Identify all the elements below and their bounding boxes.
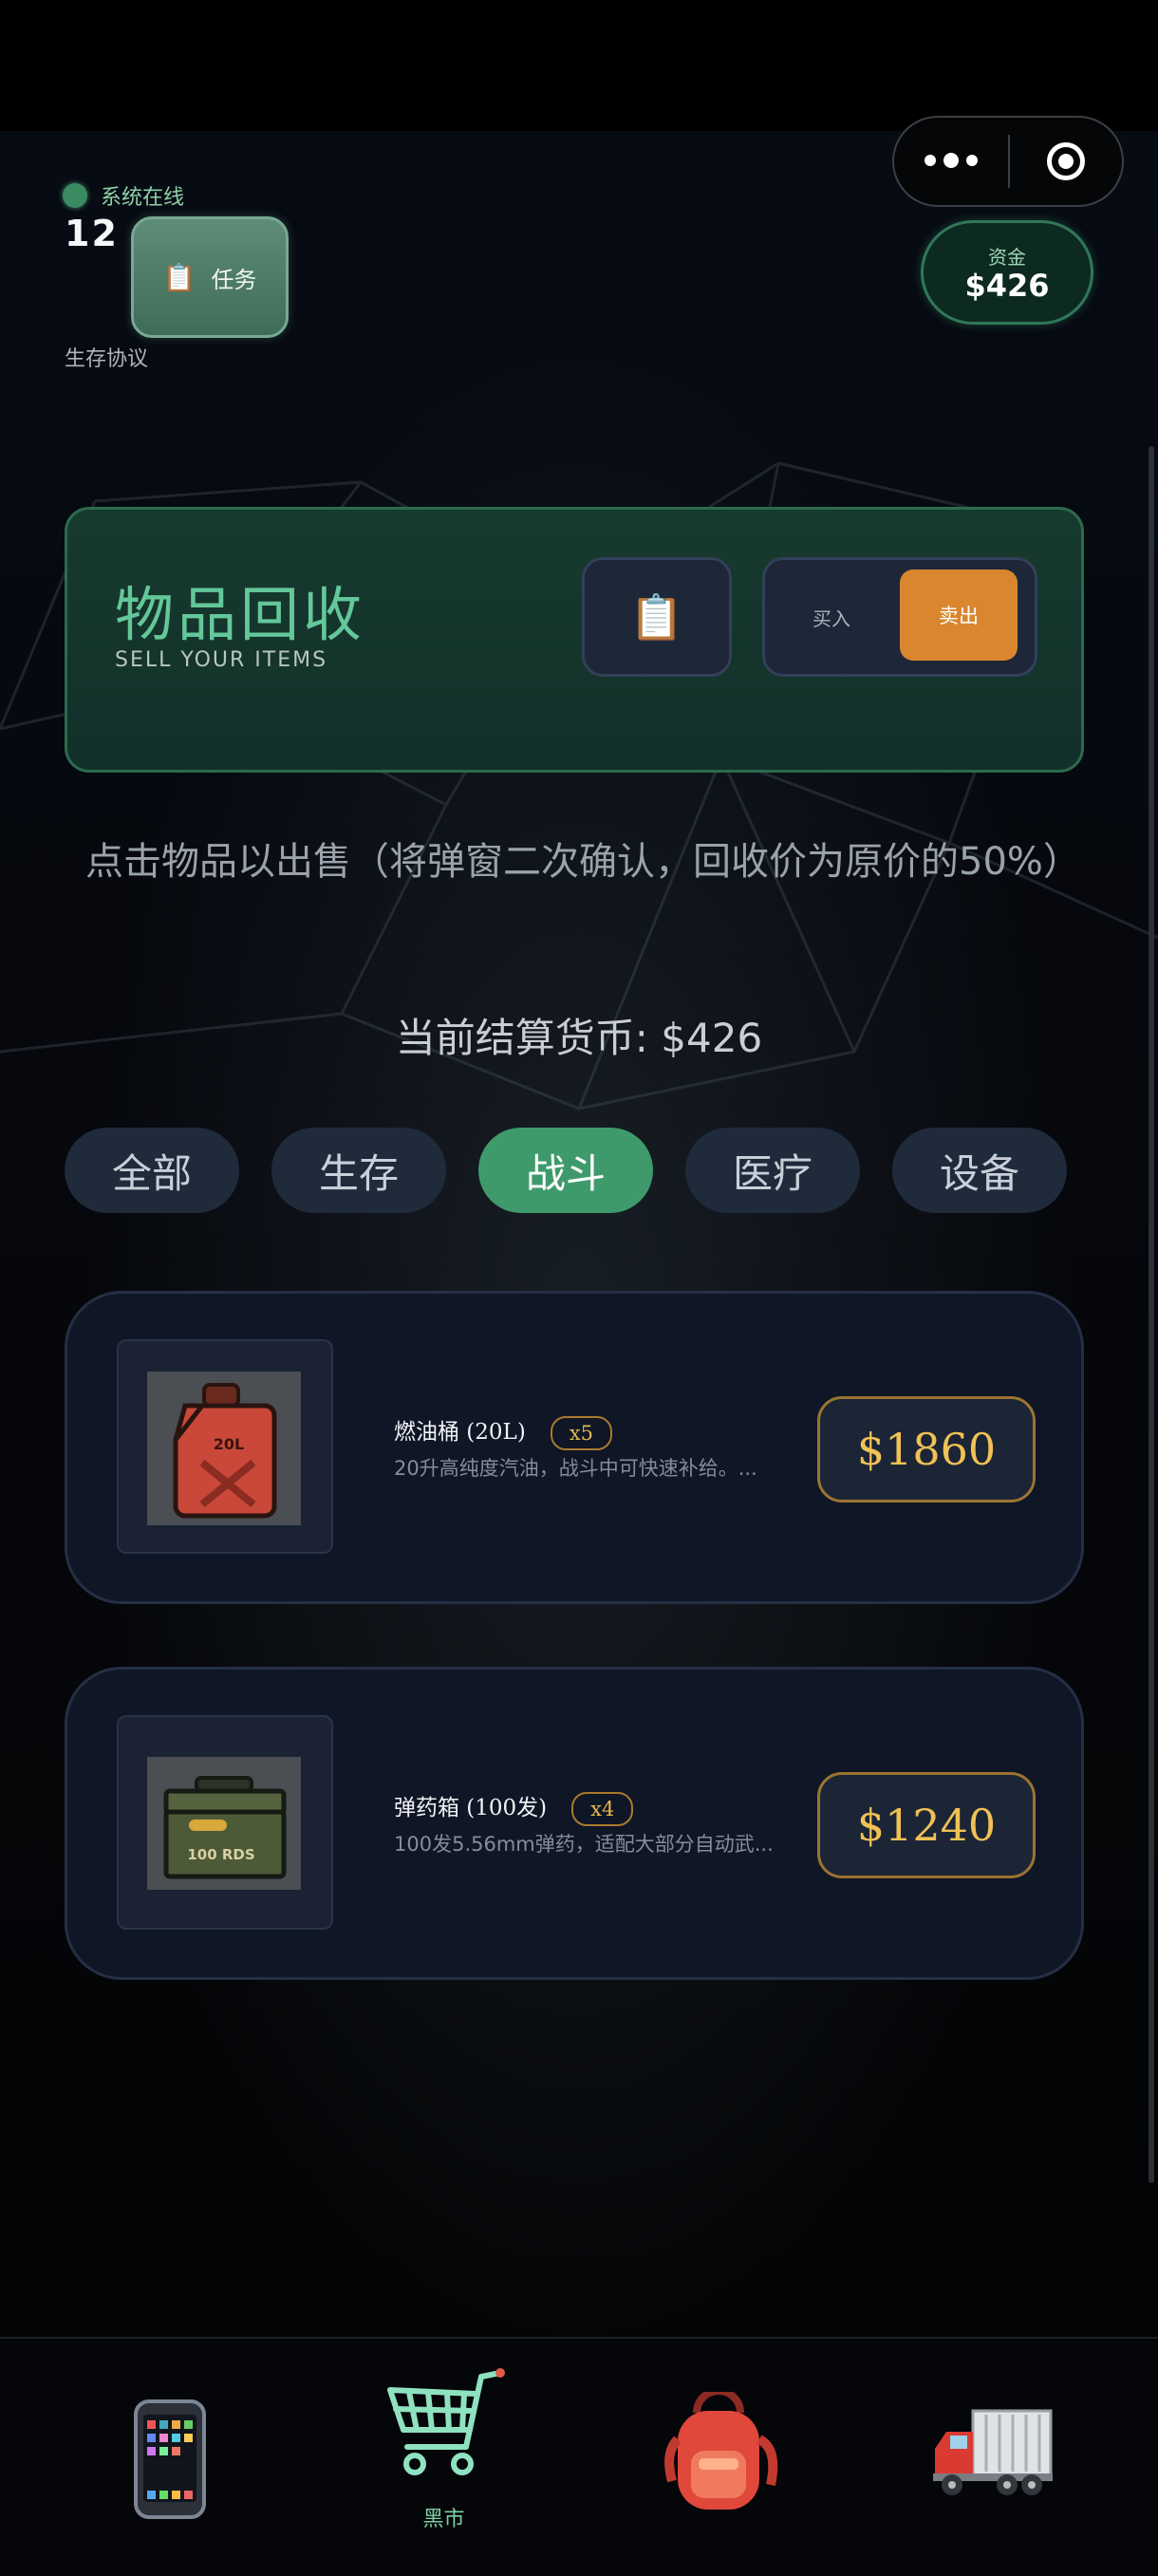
jerry-can-icon: 20L bbox=[147, 1372, 301, 1525]
buy-sell-toggle: 买入 卖出 bbox=[762, 557, 1037, 677]
buy-tab[interactable]: 买入 bbox=[765, 560, 898, 674]
top-status-band bbox=[0, 0, 1158, 131]
funds-label: 资金 bbox=[988, 245, 1026, 269]
sell-price-button[interactable]: $1860 bbox=[817, 1396, 1036, 1503]
item-thumbnail: 20L bbox=[147, 1372, 301, 1525]
system-status: 系统在线 bbox=[63, 180, 184, 211]
phone-icon bbox=[133, 2399, 206, 2519]
list-item[interactable]: 20L 燃油桶 (20L) x5 20升高纯度汽油，战斗中可快速补给。... $1… bbox=[65, 1291, 1084, 1604]
tab-survival[interactable]: 生存 bbox=[271, 1128, 446, 1213]
item-description: 20升高纯度汽油，战斗中可快速补给。... bbox=[394, 1457, 757, 1480]
category-tabs: 全部 生存 战斗 医疗 设备 bbox=[65, 1128, 1067, 1213]
status-label: 系统在线 bbox=[101, 186, 185, 210]
task-button[interactable]: 📋 任务 bbox=[131, 216, 289, 338]
backpack-icon bbox=[663, 2392, 777, 2510]
item-thumbnail: 100 RDS bbox=[147, 1757, 301, 1890]
shopping-cart-icon bbox=[386, 2368, 505, 2475]
delivery-truck-icon bbox=[932, 2409, 1053, 2495]
tab-equipment[interactable]: 设备 bbox=[892, 1128, 1067, 1213]
item-name-text: 弹药箱 (100发) bbox=[394, 1796, 548, 1820]
item-name: 燃油桶 (20L) x5 bbox=[394, 1413, 613, 1450]
target-circle-icon[interactable] bbox=[1010, 142, 1122, 180]
item-name-text: 燃油桶 (20L) bbox=[394, 1420, 526, 1445]
nav-label-black-market: 黑市 bbox=[422, 2508, 465, 2531]
bottom-nav: 黑市 bbox=[0, 2337, 1158, 2576]
nav-item-delivery[interactable] bbox=[848, 2339, 1137, 2576]
nav-item-backpack[interactable] bbox=[573, 2339, 863, 2576]
item-quantity-badge: x4 bbox=[571, 1792, 634, 1826]
list-item[interactable]: 100 RDS 弹药箱 (100发) x4 100发5.56mm弹药，适配大部分自… bbox=[65, 1667, 1084, 1980]
item-name: 弹药箱 (100发) x4 bbox=[394, 1789, 634, 1826]
online-indicator-icon bbox=[63, 183, 87, 208]
tab-all[interactable]: 全部 bbox=[65, 1128, 239, 1213]
player-level: 12 bbox=[65, 213, 119, 254]
page-title: 物品回收 bbox=[115, 580, 366, 649]
sell-tab[interactable]: 卖出 bbox=[900, 569, 1018, 661]
page-subtitle: SELL YOUR ITEMS bbox=[115, 648, 328, 672]
item-quantity-badge: x5 bbox=[550, 1416, 613, 1450]
tab-combat[interactable]: 战斗 bbox=[478, 1128, 653, 1213]
settlement-balance: 当前结算货币: $426 bbox=[395, 1015, 763, 1061]
nav-item-black-market[interactable]: 黑市 bbox=[299, 2339, 588, 2576]
sell-hint: 点击物品以出售（将弹窗二次确认，回收价为原价的50%） bbox=[85, 840, 1081, 884]
inventory-log-button[interactable]: 📋 bbox=[582, 557, 732, 677]
more-dots-icon[interactable] bbox=[894, 153, 1008, 168]
sell-price-button[interactable]: $1240 bbox=[817, 1772, 1036, 1878]
funds-value: $426 bbox=[964, 267, 1050, 304]
task-button-label: 任务 bbox=[211, 266, 257, 293]
tab-medical[interactable]: 医疗 bbox=[685, 1128, 860, 1213]
clipboard-icon: 📋 bbox=[629, 590, 684, 643]
funds-badge: 资金 $426 bbox=[921, 220, 1093, 325]
clipboard-icon: 📋 bbox=[162, 261, 196, 293]
protocol-label: 生存协议 bbox=[65, 347, 149, 371]
ammo-box-label: 100 RDS bbox=[187, 1846, 254, 1863]
scrollbar[interactable] bbox=[1149, 446, 1154, 2183]
nav-item-phone[interactable] bbox=[25, 2339, 314, 2576]
item-thumbnail-frame: 100 RDS bbox=[117, 1715, 333, 1930]
sell-header-card: 物品回收 SELL YOUR ITEMS 📋 买入 卖出 bbox=[65, 507, 1084, 773]
app-screen: 系统在线 12 生存协议 📋 任务 资金 $426 物品回收 SELL YOUR… bbox=[0, 131, 1158, 2337]
item-thumbnail-frame: 20L bbox=[117, 1339, 333, 1554]
item-description: 100发5.56mm弹药，适配大部分自动武... bbox=[394, 1833, 774, 1856]
jerry-can-label: 20L bbox=[214, 1435, 244, 1453]
ammo-box-icon: 100 RDS bbox=[147, 1757, 301, 1890]
mini-program-capsule bbox=[892, 116, 1124, 207]
